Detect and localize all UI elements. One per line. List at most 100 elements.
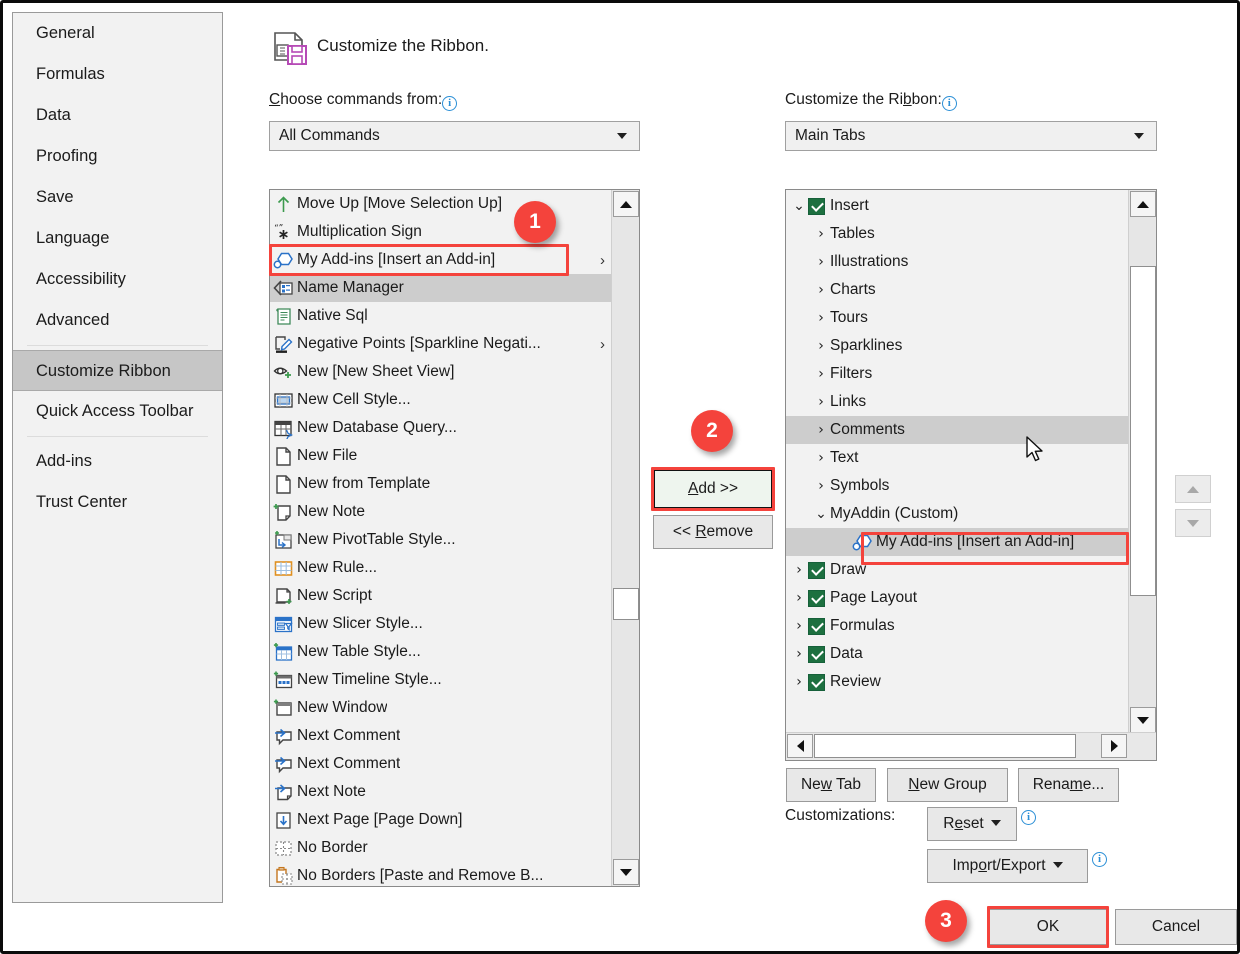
chevron-right-icon[interactable]: ›	[600, 252, 605, 269]
commands-list-scrollbar[interactable]	[611, 190, 639, 886]
sidebar-item-general[interactable]: General	[13, 13, 222, 54]
ribbon-tree-scrollbar[interactable]	[1128, 190, 1156, 734]
sidebar-item-data[interactable]: Data	[13, 95, 222, 136]
command-list-item[interactable]: No Border	[270, 834, 611, 862]
ribbon-tree-item[interactable]: ›Charts	[786, 276, 1128, 304]
sidebar-item-trust-center[interactable]: Trust Center	[13, 482, 222, 523]
command-list-item[interactable]: Move Up [Move Selection Up]	[270, 190, 611, 218]
scroll-up-button[interactable]	[1130, 191, 1156, 217]
sidebar-item-advanced[interactable]: Advanced	[13, 300, 222, 341]
chevron-right-icon[interactable]: ›	[812, 282, 830, 298]
chevron-right-icon[interactable]: ›	[812, 310, 830, 326]
new-group-button[interactable]: New Group	[887, 768, 1008, 802]
chevron-right-icon[interactable]: ›	[790, 618, 808, 634]
scroll-right-button[interactable]	[1101, 734, 1127, 758]
scrollbar-thumb[interactable]	[1130, 266, 1156, 596]
ribbon-tree-item[interactable]: ›Data	[786, 640, 1128, 668]
chevron-right-icon[interactable]: ›	[790, 590, 808, 606]
hscrollbar-thumb[interactable]	[814, 734, 1076, 758]
ribbon-tree-item[interactable]: ⌄Insert	[786, 192, 1128, 220]
checkbox-checked-icon[interactable]	[808, 590, 825, 607]
command-list-item[interactable]: New Timeline Style...	[270, 666, 611, 694]
scroll-up-button[interactable]	[613, 191, 639, 217]
ribbon-tree-item[interactable]: ›Filters	[786, 360, 1128, 388]
ribbon-tree-item[interactable]: ›Text	[786, 444, 1128, 472]
ribbon-tree-item[interactable]: ⌄MyAddin (Custom)	[786, 500, 1128, 528]
checkbox-checked-icon[interactable]	[808, 674, 825, 691]
ribbon-tree-item[interactable]: ›Tables	[786, 220, 1128, 248]
ribbon-tree[interactable]: ⌄Insert›Tables›Illustrations›Charts›Tour…	[785, 189, 1157, 761]
new-tab-button[interactable]: New Tab	[786, 768, 876, 802]
ribbon-tree-item[interactable]: ›Illustrations	[786, 248, 1128, 276]
chevron-right-icon[interactable]: ›	[790, 674, 808, 690]
command-list-item[interactable]: New PivotTable Style...	[270, 526, 611, 554]
rename-button[interactable]: Rename...	[1018, 768, 1119, 802]
scroll-down-button[interactable]	[613, 859, 639, 885]
checkbox-checked-icon[interactable]	[808, 198, 825, 215]
sidebar-item-save[interactable]: Save	[13, 177, 222, 218]
ribbon-tree-item[interactable]: ›Tours	[786, 304, 1128, 332]
command-list-item[interactable]: Next Note	[270, 778, 611, 806]
command-list-item[interactable]: New Cell Style...	[270, 386, 611, 414]
chevron-right-icon[interactable]: ›	[790, 646, 808, 662]
command-list-item[interactable]: New [New Sheet View]	[270, 358, 611, 386]
ribbon-tree-item[interactable]: ›Comments	[786, 416, 1128, 444]
sidebar-item-formulas[interactable]: Formulas	[13, 54, 222, 95]
chevron-right-icon[interactable]: ›	[812, 394, 830, 410]
checkbox-checked-icon[interactable]	[808, 618, 825, 635]
info-icon[interactable]: i	[1021, 810, 1036, 825]
ribbon-tree-item[interactable]: My Add-ins [Insert an Add-in]	[786, 528, 1128, 556]
remove-button[interactable]: << Remove	[653, 515, 773, 549]
sidebar-item-customize-ribbon[interactable]: Customize Ribbon	[13, 350, 222, 391]
move-down-button[interactable]	[1175, 509, 1211, 537]
ribbon-tree-item[interactable]: ›Draw	[786, 556, 1128, 584]
command-list-item[interactable]: Native Sql	[270, 302, 611, 330]
move-up-button[interactable]	[1175, 475, 1211, 503]
command-list-item[interactable]: Name Manager	[270, 274, 611, 302]
scroll-down-button[interactable]	[1130, 707, 1156, 733]
chevron-right-icon[interactable]: ›	[812, 338, 830, 354]
command-list-item[interactable]: My Add-ins [Insert an Add-in]›	[270, 246, 611, 274]
info-icon[interactable]: i	[942, 96, 957, 111]
command-list-item[interactable]: Next Page [Page Down]	[270, 806, 611, 834]
sidebar-item-language[interactable]: Language	[13, 218, 222, 259]
command-list-item[interactable]: New Note	[270, 498, 611, 526]
ok-button[interactable]: OK	[988, 909, 1108, 945]
checkbox-checked-icon[interactable]	[808, 562, 825, 579]
choose-commands-from-combo[interactable]: All Commands	[269, 121, 640, 151]
info-icon[interactable]: i	[442, 96, 457, 111]
command-list-item[interactable]: New Table Style...	[270, 638, 611, 666]
ribbon-tree-item[interactable]: ›Formulas	[786, 612, 1128, 640]
customize-ribbon-combo[interactable]: Main Tabs	[785, 121, 1157, 151]
ribbon-tree-item[interactable]: ›Sparklines	[786, 332, 1128, 360]
sidebar-item-quick-access-toolbar[interactable]: Quick Access Toolbar	[13, 391, 222, 432]
chevron-right-icon[interactable]: ›	[812, 254, 830, 270]
sidebar-item-proofing[interactable]: Proofing	[13, 136, 222, 177]
chevron-right-icon[interactable]: ›	[790, 562, 808, 578]
command-list-item[interactable]: Negative Points [Sparkline Negati...›	[270, 330, 611, 358]
command-list-item[interactable]: New Script	[270, 582, 611, 610]
command-list-item[interactable]: New Rule...	[270, 554, 611, 582]
sidebar-item-add-ins[interactable]: Add-ins	[13, 441, 222, 482]
ribbon-tree-item[interactable]: ›Review	[786, 668, 1128, 696]
chevron-right-icon[interactable]: ›	[812, 478, 830, 494]
ribbon-tree-item[interactable]: ›Symbols	[786, 472, 1128, 500]
ribbon-tree-item[interactable]: ›Page Layout	[786, 584, 1128, 612]
commands-listbox[interactable]: Move Up [Move Selection Up]“”Multiplicat…	[269, 189, 640, 887]
chevron-down-icon[interactable]: ⌄	[790, 198, 808, 214]
ribbon-tree-hscrollbar[interactable]	[786, 732, 1156, 760]
command-list-item[interactable]: New Slicer Style...	[270, 610, 611, 638]
cancel-button[interactable]: Cancel	[1115, 909, 1237, 945]
chevron-right-icon[interactable]: ›	[600, 336, 605, 353]
import-export-button[interactable]: Import/Export	[927, 849, 1088, 883]
command-list-item[interactable]: Next Comment	[270, 722, 611, 750]
info-icon[interactable]: i	[1092, 852, 1107, 867]
chevron-down-icon[interactable]: ⌄	[812, 506, 830, 522]
command-list-item[interactable]: Next Comment	[270, 750, 611, 778]
command-list-item[interactable]: New Window	[270, 694, 611, 722]
checkbox-checked-icon[interactable]	[808, 646, 825, 663]
command-list-item[interactable]: No Borders [Paste and Remove B...	[270, 862, 611, 887]
scrollbar-thumb[interactable]	[613, 588, 639, 620]
command-list-item[interactable]: New from Template	[270, 470, 611, 498]
command-list-item[interactable]: New Database Query...	[270, 414, 611, 442]
